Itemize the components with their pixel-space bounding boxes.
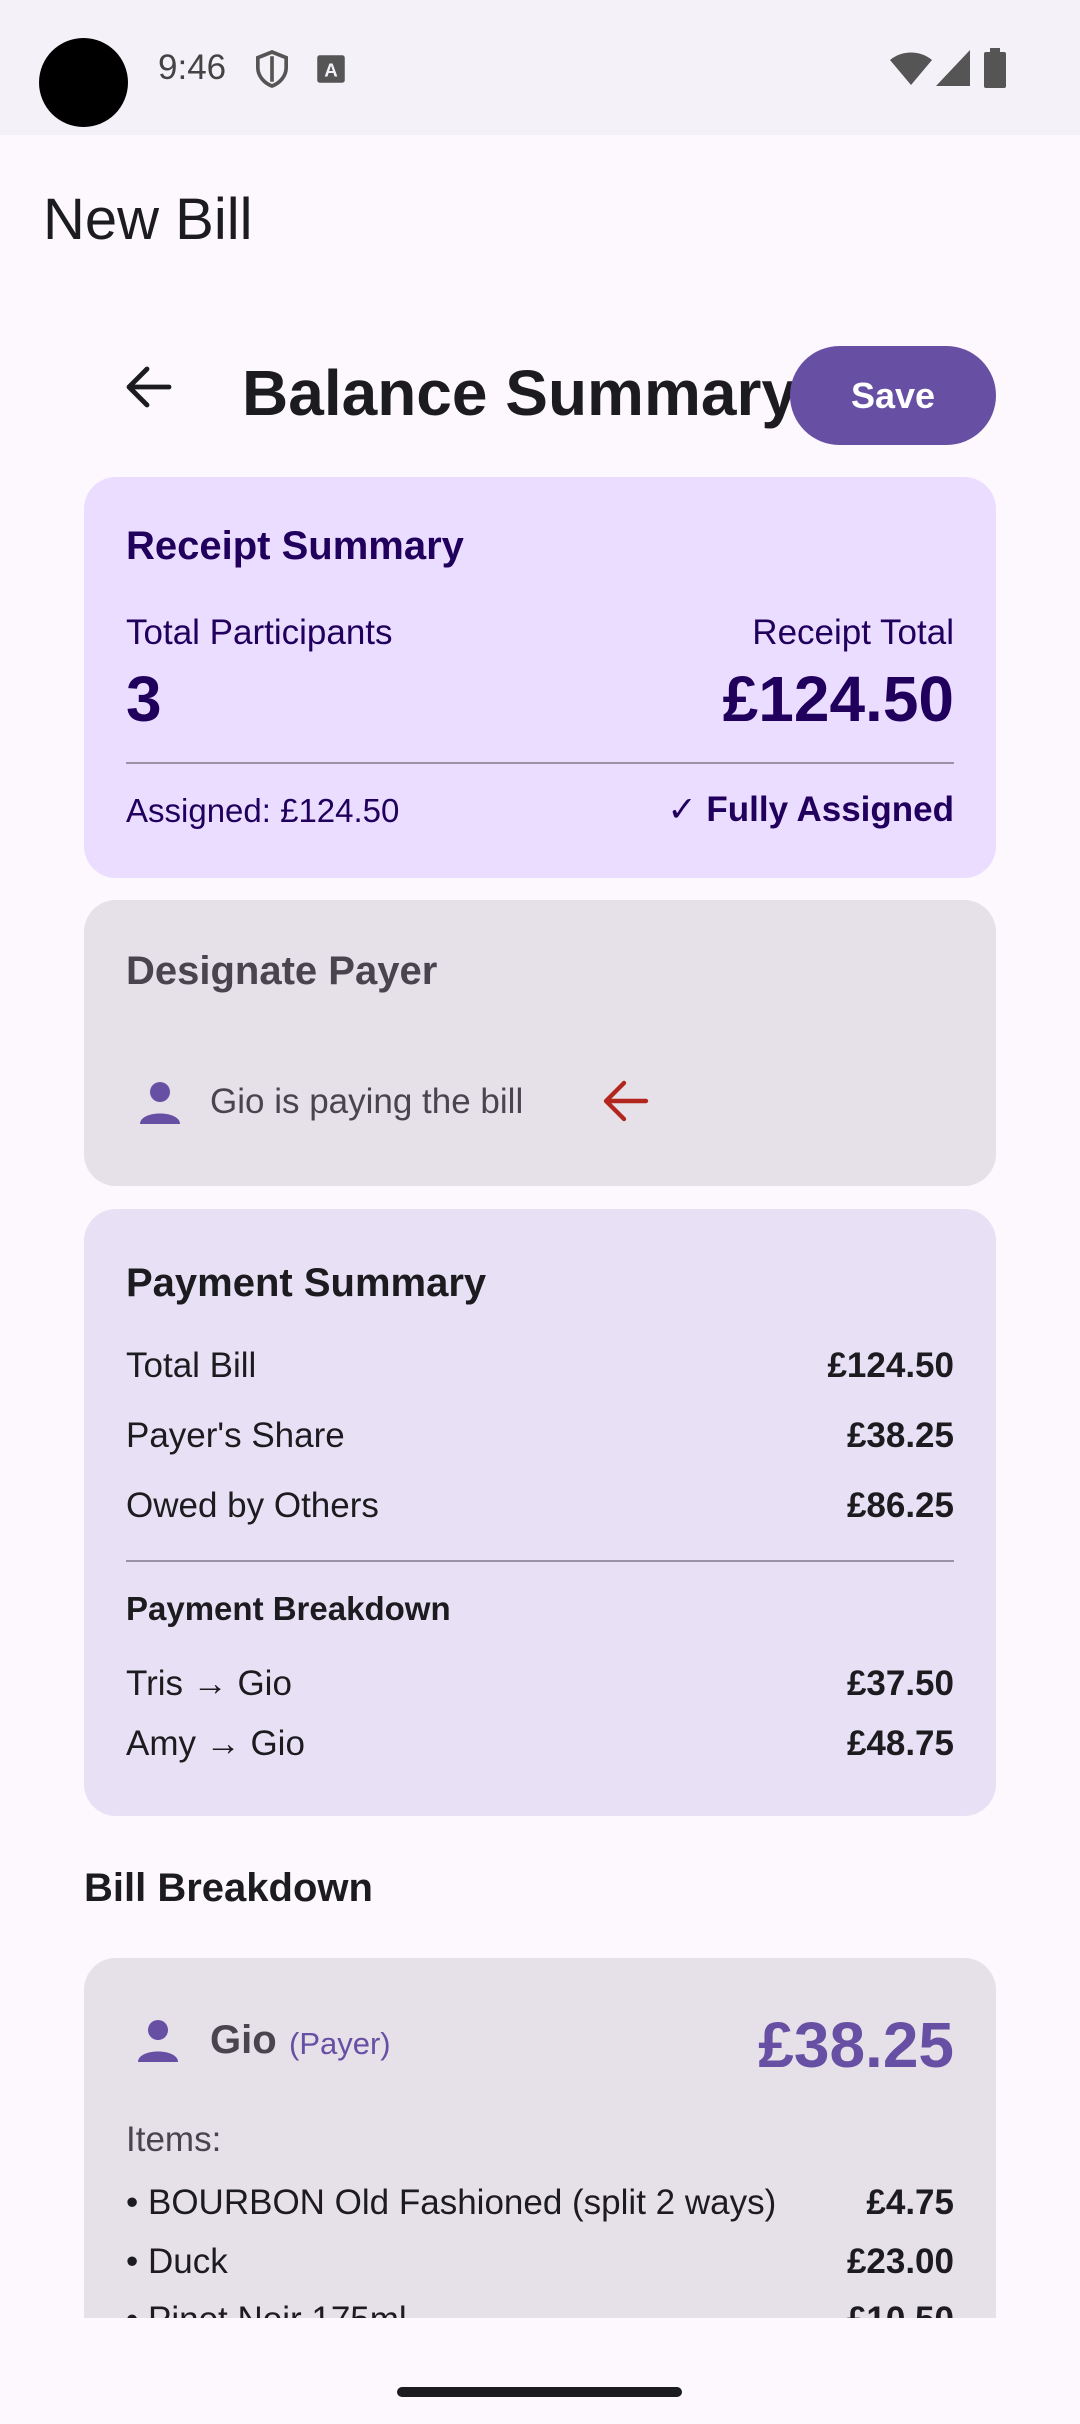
payer-text: Gio is paying the bill — [210, 1082, 524, 1121]
owed-by-others-label: Owed by Others — [126, 1486, 379, 1525]
battery-icon — [984, 48, 1006, 93]
home-gesture-handle[interactable] — [397, 2387, 682, 2397]
owed-by-others-value: £86.25 — [846, 1486, 954, 1525]
assignment-status-badge: ✓ Fully Assigned — [667, 790, 954, 829]
payer-share-label: Payer's Share — [126, 1416, 345, 1455]
total-bill-label: Total Bill — [126, 1346, 257, 1385]
status-time: 9:46 — [158, 48, 227, 87]
header-row: Balance Summary Save — [0, 346, 1080, 446]
breakdown-row-label: Tris → Gio — [126, 1664, 292, 1703]
arrow-back-icon[interactable] — [602, 1078, 650, 1129]
person-amount: £38.25 — [758, 2009, 954, 2081]
payment-breakdown-title: Payment Breakdown — [126, 1590, 451, 1627]
payer-selector[interactable]: Gio is paying the bill — [126, 1060, 956, 1144]
item-price: £10.50 — [847, 2300, 954, 2318]
save-button[interactable]: Save — [790, 346, 996, 445]
divider — [126, 1560, 954, 1562]
keyboard-a-icon: A — [316, 54, 346, 89]
svg-text:A: A — [324, 60, 338, 81]
payer-share-value: £38.25 — [846, 1416, 954, 1455]
receipt-total-label: Receipt Total — [752, 613, 954, 652]
status-bar: 9:46 A — [0, 0, 1080, 135]
item-price: £23.00 — [846, 2242, 954, 2281]
items-label: Items: — [126, 2120, 222, 2159]
person-icon — [136, 1078, 184, 1131]
app-bar-title: New Bill — [43, 187, 253, 252]
item-price: £4.75 — [866, 2183, 954, 2222]
person-icon — [134, 2016, 182, 2069]
page-title: Balance Summary — [242, 357, 797, 429]
designate-payer-title: Designate Payer — [126, 949, 438, 993]
receipt-total-value: £124.50 — [722, 663, 954, 735]
designate-payer-card: Designate Payer Gio is paying the bill — [84, 900, 996, 1186]
participants-label: Total Participants — [126, 613, 393, 652]
receipt-summary-title: Receipt Summary — [126, 524, 464, 568]
assigned-amount: Assigned: £124.50 — [126, 792, 400, 829]
back-button[interactable] — [108, 346, 190, 428]
bill-breakdown-heading: Bill Breakdown — [84, 1866, 373, 1910]
camera-cutout — [39, 38, 128, 127]
breakdown-row-value: £37.50 — [846, 1664, 954, 1703]
breakdown-row-label: Amy → Gio — [126, 1724, 305, 1763]
payment-summary-title: Payment Summary — [126, 1261, 487, 1305]
gesture-nav-area — [0, 2318, 1080, 2424]
receipt-summary-card: Receipt Summary Total Participants 3 Rec… — [84, 477, 996, 878]
cellular-signal-icon — [936, 50, 970, 91]
breakdown-row-value: £48.75 — [846, 1724, 954, 1763]
person-name: Gio — [210, 2018, 277, 2062]
payer-role-tag: (Payer) — [289, 2026, 391, 2061]
item-name: • Duck — [126, 2242, 228, 2281]
wifi-icon — [890, 52, 932, 91]
person-breakdown-card: Gio (Payer) £38.25 Items: • BOURBON Old … — [84, 1958, 996, 2318]
divider — [126, 762, 954, 764]
total-bill-value: £124.50 — [827, 1346, 954, 1385]
item-name: • BOURBON Old Fashioned (split 2 ways) — [126, 2183, 777, 2222]
item-name: • Pinot Noir 175ml — [126, 2300, 407, 2318]
participants-value: 3 — [126, 663, 162, 735]
arrow-back-icon — [126, 366, 172, 408]
shield-icon — [255, 50, 289, 93]
payment-summary-card: Payment Summary Total Bill £124.50 Payer… — [84, 1209, 996, 1816]
